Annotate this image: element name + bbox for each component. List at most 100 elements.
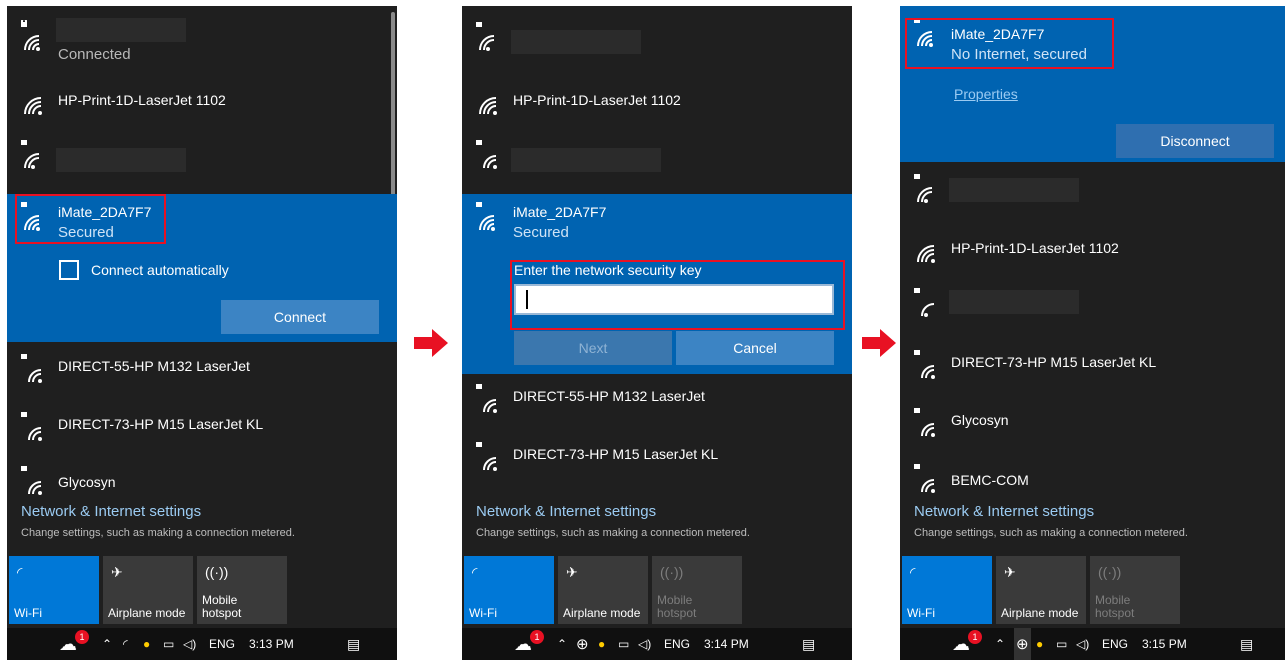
network-item[interactable]: DIRECT-73-HP M15 LaserJet KL [462,434,852,478]
taskbar: ☁ 1 ⌃ ⊕ ● ▭ ◁) ENG 3:15 PM ▤ [900,628,1285,660]
network-item-hidden[interactable] [462,134,852,186]
arrow-right-icon [862,329,896,357]
network-item[interactable]: HP-Print-1D-LaserJet 1102 [7,80,397,120]
language-indicator[interactable]: ENG [209,628,235,660]
security-key-label: Enter the network security key [514,262,702,278]
action-center-icon[interactable]: ▤ [802,628,815,660]
mobile-hotspot-tile[interactable]: ((·)) Mobile hotspot [197,556,287,624]
network-item-connected[interactable]: Connected [7,6,397,76]
redacted-network-name [511,148,661,172]
clock[interactable]: 3:13 PM [249,628,294,660]
cancel-button[interactable]: Cancel [676,331,834,365]
globe-icon[interactable]: ⊕ [576,628,589,660]
wifi-secured-icon [914,350,935,379]
next-button[interactable]: Next [514,331,672,365]
mobile-hotspot-tile[interactable]: ((·)) Mobile hotspot [652,556,742,624]
mobile-hotspot-tile[interactable]: ((·)) Mobile hotspot [1090,556,1180,624]
network-settings-link[interactable]: Network & Internet settings [914,503,1094,520]
taskbar: ☁ 1 ⌃ ⊕ ● ▭ ◁) ENG 3:14 PM ▤ [462,628,852,660]
wifi-tray-icon[interactable]: ◜ [123,628,128,660]
airplane-mode-tile[interactable]: ✈ Airplane mode [103,556,193,624]
network-item[interactable]: DIRECT-73-HP M15 LaserJet KL [7,404,397,448]
battery-icon[interactable]: ▭ [163,628,174,660]
clock[interactable]: 3:15 PM [1142,628,1187,660]
network-item[interactable]: HP-Print-1D-LaserJet 1102 [462,80,852,120]
notification-badge: 1 [530,630,544,644]
wifi-toggle-tile[interactable]: ◜ Wi-Fi [464,556,554,624]
clock[interactable]: 3:14 PM [704,628,749,660]
connect-automatically-checkbox[interactable] [59,260,79,280]
chevron-up-icon[interactable]: ⌃ [995,628,1005,660]
globe-icon[interactable]: ⊕ [1014,628,1031,660]
wifi-toggle-tile[interactable]: ◜ Wi-Fi [902,556,992,624]
network-name: HP-Print-1D-LaserJet 1102 [513,92,681,108]
tile-label: Mobile hotspot [1095,593,1135,620]
network-settings-subtitle: Change settings, such as making a connec… [476,527,750,539]
network-name: DIRECT-55-HP M132 LaserJet [58,358,250,374]
cloud-icon[interactable]: ☁ [59,628,77,660]
tile-label: Airplane mode [563,606,641,620]
selected-network[interactable]: iMate_2DA7F7 Secured Enter the network s… [462,194,852,374]
speaker-icon[interactable]: ◁) [183,628,196,660]
connect-button[interactable]: Connect [221,300,379,334]
network-settings-link[interactable]: Network & Internet settings [476,503,656,520]
action-center-icon[interactable]: ▤ [347,628,360,660]
wifi-secured-icon [476,140,497,169]
wifi-toggle-tile[interactable]: ◜ Wi-Fi [9,556,99,624]
security-key-input[interactable] [514,284,834,315]
network-name: DIRECT-73-HP M15 LaserJet KL [951,354,1157,370]
chevron-up-icon[interactable]: ⌃ [102,628,112,660]
tile-label: Airplane mode [1001,606,1079,620]
wifi-secured-icon [914,288,935,317]
app-tray-icon[interactable]: ● [143,628,150,660]
tile-label: Mobile hotspot [202,593,242,620]
wifi-flyout-step-1: Connected HP-Print-1D-LaserJet 1102 iMat… [7,6,397,660]
notification-badge: 1 [75,630,89,644]
network-settings-link[interactable]: Network & Internet settings [21,503,201,520]
network-item-hidden[interactable] [900,168,1285,212]
airplane-mode-tile[interactable]: ✈ Airplane mode [558,556,648,624]
network-name: HP-Print-1D-LaserJet 1102 [951,240,1119,256]
tile-label: Airplane mode [108,606,186,620]
arrow-right-icon [414,329,448,357]
network-item[interactable]: BEMC-COM [900,458,1285,498]
language-indicator[interactable]: ENG [664,628,690,660]
network-item[interactable]: Glycosyn [7,462,397,498]
network-item-connected[interactable] [462,6,852,66]
selected-network[interactable]: iMate_2DA7F7 Secured Connect automatical… [7,194,397,342]
network-item-hidden[interactable] [900,282,1285,326]
chevron-up-icon[interactable]: ⌃ [557,628,567,660]
cloud-icon[interactable]: ☁ [952,628,970,660]
wifi-secured-icon [914,464,935,493]
network-item[interactable]: DIRECT-55-HP M132 LaserJet [462,376,852,420]
text-caret [526,290,528,309]
airplane-icon: ✈ [566,564,578,580]
properties-link[interactable]: Properties [954,86,1018,102]
battery-icon[interactable]: ▭ [618,628,629,660]
cloud-icon[interactable]: ☁ [514,628,532,660]
app-tray-icon[interactable]: ● [1036,628,1043,660]
disconnect-button[interactable]: Disconnect [1116,124,1274,158]
airplane-mode-tile[interactable]: ✈ Airplane mode [996,556,1086,624]
tile-label: Mobile hotspot [657,593,697,620]
network-name: Glycosyn [951,412,1009,428]
selected-network[interactable]: iMate_2DA7F7 No Internet, secured Proper… [900,6,1285,162]
wifi-secured-icon [914,174,933,203]
language-indicator[interactable]: ENG [1102,628,1128,660]
network-item[interactable]: DIRECT-73-HP M15 LaserJet KL [900,342,1285,386]
action-center-icon[interactable]: ▤ [1240,628,1253,660]
hotspot-icon: ((·)) [660,564,684,580]
network-name: DIRECT-73-HP M15 LaserJet KL [513,446,719,462]
network-item[interactable]: HP-Print-1D-LaserJet 1102 [900,228,1285,268]
speaker-icon[interactable]: ◁) [638,628,651,660]
network-item-hidden[interactable] [7,134,397,186]
network-item[interactable]: DIRECT-55-HP M132 LaserJet [7,346,397,390]
network-settings-subtitle: Change settings, such as making a connec… [21,527,295,539]
airplane-icon: ✈ [1004,564,1016,580]
battery-icon[interactable]: ▭ [1056,628,1067,660]
speaker-icon[interactable]: ◁) [1076,628,1089,660]
network-item[interactable]: Glycosyn [900,400,1285,444]
wifi-secured-icon [21,412,42,441]
wifi-secured-icon [21,140,40,169]
app-tray-icon[interactable]: ● [598,628,605,660]
